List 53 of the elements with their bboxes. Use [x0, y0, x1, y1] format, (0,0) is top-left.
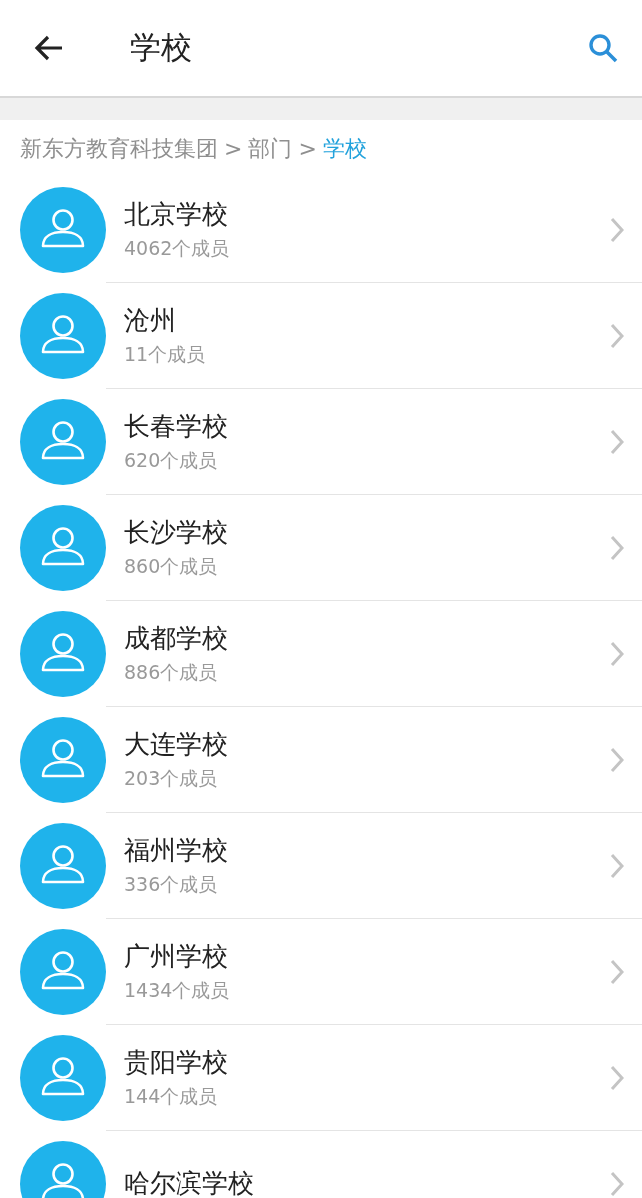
chevron-right-icon — [610, 1170, 624, 1197]
school-list-item[interactable]: 广州学校 1434个成员 — [0, 919, 642, 1025]
member-count: 620个成员 — [124, 448, 219, 473]
chevron-right-icon — [610, 958, 624, 985]
member-count: 11个成员 — [124, 342, 207, 367]
group-avatar-icon — [20, 717, 106, 803]
breadcrumb-separator: > — [298, 136, 317, 161]
search-icon[interactable] — [588, 33, 618, 63]
member-count: 203个成员 — [124, 766, 219, 791]
group-avatar-icon — [20, 399, 106, 485]
school-list-item[interactable]: 北京学校 4062个成员 — [0, 177, 642, 283]
member-count: 4062个成员 — [124, 236, 231, 261]
school-list-item[interactable]: 成都学校 886个成员 — [0, 601, 642, 707]
school-list-item[interactable]: 福州学校 336个成员 — [0, 813, 642, 919]
school-list-item[interactable]: 沧州 11个成员 — [0, 283, 642, 389]
group-avatar-icon — [20, 1035, 106, 1121]
member-count: 886个成员 — [124, 660, 219, 685]
chevron-right-icon — [610, 322, 624, 349]
chevron-right-icon — [610, 852, 624, 879]
school-name: 哈尔滨学校 — [124, 1167, 255, 1198]
member-count: 144个成员 — [124, 1084, 219, 1109]
breadcrumb-separator: > — [224, 136, 243, 161]
school-list-item[interactable]: 贵阳学校 144个成员 — [0, 1025, 642, 1131]
group-avatar-icon — [20, 505, 106, 591]
member-count: 1434个成员 — [124, 978, 231, 1003]
school-list-item[interactable]: 长春学校 620个成员 — [0, 389, 642, 495]
school-name: 大连学校 — [124, 728, 229, 761]
group-avatar-icon — [20, 823, 106, 909]
member-count: 336个成员 — [124, 872, 219, 897]
school-name: 福州学校 — [124, 834, 229, 867]
back-arrow-icon[interactable] — [34, 35, 64, 61]
school-name: 沧州 — [124, 304, 177, 337]
chevron-right-icon — [610, 1064, 624, 1091]
chevron-right-icon — [610, 640, 624, 667]
chevron-right-icon — [610, 746, 624, 773]
member-count: 860个成员 — [124, 554, 219, 579]
school-list-item[interactable]: 长沙学校 860个成员 — [0, 495, 642, 601]
chevron-right-icon — [610, 428, 624, 455]
group-avatar-icon — [20, 929, 106, 1015]
group-avatar-icon — [20, 187, 106, 273]
school-name: 长春学校 — [124, 410, 229, 443]
group-avatar-icon — [20, 293, 106, 379]
school-name: 北京学校 — [124, 198, 229, 231]
chevron-right-icon — [610, 216, 624, 243]
school-list-item[interactable]: 大连学校 203个成员 — [0, 707, 642, 813]
chevron-right-icon — [610, 534, 624, 561]
school-name: 广州学校 — [124, 940, 229, 973]
group-avatar-icon — [20, 611, 106, 697]
school-name: 长沙学校 — [124, 516, 229, 549]
page-title: 学校 — [130, 28, 193, 67]
school-name: 成都学校 — [124, 622, 229, 655]
school-list-item[interactable]: 哈尔滨学校 — [0, 1131, 642, 1198]
school-name: 贵阳学校 — [124, 1046, 229, 1079]
